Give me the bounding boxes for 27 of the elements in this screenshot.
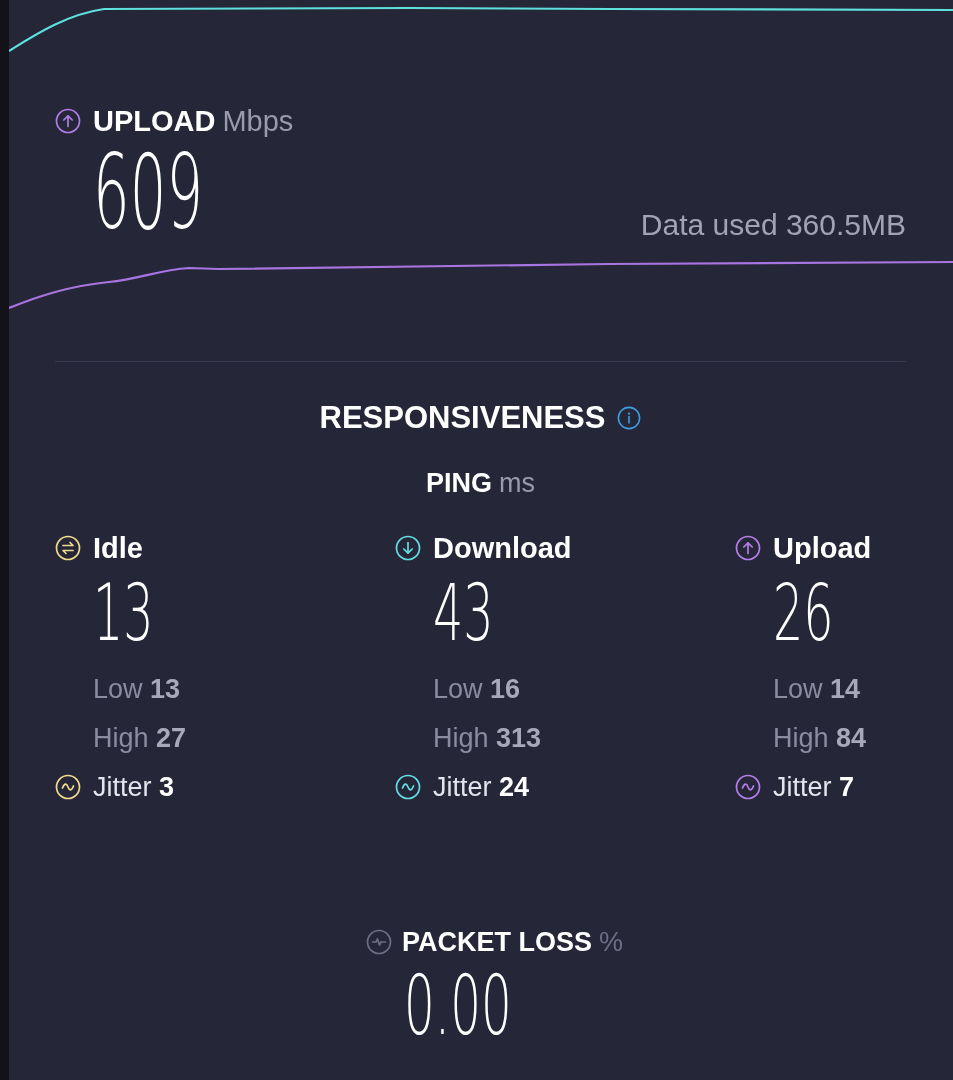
upload-label: UPLOAD: [93, 104, 216, 139]
packet-loss-label: PACKET LOSS: [402, 926, 592, 959]
ping-phase-label: Upload: [773, 531, 872, 566]
ping-value: 26: [773, 574, 834, 652]
high-ping-text: High 27: [93, 721, 187, 755]
jitter-text: Jitter 3: [93, 770, 175, 804]
ping-phase-label: Idle: [93, 531, 143, 566]
low-ping-text: Low 16: [433, 672, 521, 706]
low-ping-text: Low 14: [773, 672, 861, 706]
ping-value: 43: [433, 574, 494, 652]
packet-loss-value: 0.00: [404, 965, 512, 1047]
ping-value: 13: [93, 574, 154, 652]
high-ping-text: High 84: [773, 721, 867, 755]
pulse-icon: [366, 929, 392, 955]
ping-label: PING: [426, 467, 492, 500]
upload-speed-value: 609: [93, 141, 204, 244]
upload-unit: Mbps: [222, 104, 294, 139]
low-ping-text: Low 13: [93, 672, 181, 706]
data-used-text: Data used 360.5MB: [640, 210, 906, 240]
info-icon[interactable]: [617, 406, 642, 430]
packet-loss-unit: %: [599, 926, 623, 959]
high-ping-text: High 313: [433, 721, 542, 755]
responsiveness-title: RESPONSIVENESS: [319, 399, 606, 437]
jitter-text: Jitter 24: [433, 770, 530, 804]
ping-unit: ms: [499, 467, 535, 500]
jitter-text: Jitter 7: [773, 770, 855, 804]
ping-phase-label: Download: [433, 531, 572, 566]
